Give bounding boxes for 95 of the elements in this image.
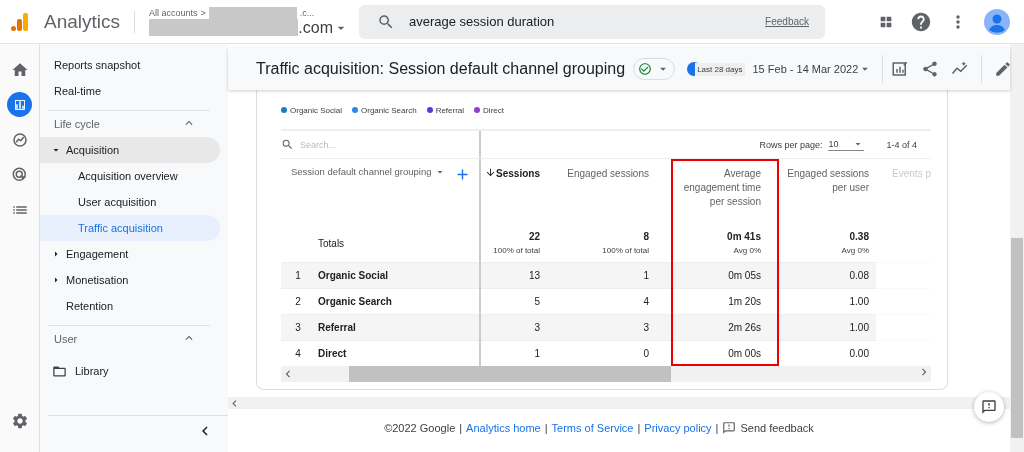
edit-icon[interactable] bbox=[994, 60, 1013, 78]
feedback-icon bbox=[722, 421, 737, 435]
table-cell-text: Referral bbox=[317, 322, 356, 333]
footer-link[interactable]: Privacy policy bbox=[644, 422, 712, 434]
vertical-scrollbar[interactable] bbox=[1010, 44, 1024, 452]
settings-icon[interactable] bbox=[10, 412, 29, 430]
table-cell: 0m 00s bbox=[728, 348, 761, 359]
table-cell: 4 bbox=[643, 296, 649, 307]
table-cell: 3 bbox=[534, 322, 540, 333]
nav-item[interactable]: Monetisation bbox=[40, 267, 220, 293]
column-header[interactable]: Engaged sessions bbox=[567, 167, 649, 224]
nav-item[interactable]: Acquisition overview bbox=[40, 163, 220, 189]
footer-link[interactable]: Analytics home bbox=[466, 422, 541, 434]
table-cell: 1.00 bbox=[849, 322, 869, 333]
nav-item[interactable]: Engagement bbox=[40, 241, 220, 267]
pagination-range: 1-4 of 4 bbox=[886, 139, 917, 150]
total-note: 100% of total bbox=[602, 246, 649, 255]
breadcrumb-text: .c... bbox=[299, 7, 315, 18]
nav-item[interactable]: Traffic acquisition bbox=[40, 215, 220, 241]
breadcrumb-link[interactable]: All accounts bbox=[149, 7, 198, 18]
table-cell: 0 bbox=[643, 348, 649, 359]
table-cell: 13 bbox=[528, 270, 540, 281]
total-value: 22 bbox=[528, 231, 540, 242]
row-index: 2 bbox=[294, 296, 302, 307]
footer-separator: | bbox=[459, 422, 463, 434]
horizontal-scrollbar[interactable] bbox=[228, 397, 1010, 409]
nav-item[interactable]: Retention bbox=[40, 293, 220, 319]
help-icon[interactable] bbox=[910, 10, 932, 33]
row-index: 3 bbox=[294, 322, 302, 333]
product-name: Analytics bbox=[44, 10, 136, 33]
total-value: 0.38 bbox=[849, 231, 869, 242]
avatar-icon[interactable] bbox=[984, 8, 1010, 35]
table-cell: 1 bbox=[643, 270, 649, 281]
table-cell: 1m 20s bbox=[728, 296, 761, 307]
total-note: Avg 0% bbox=[733, 246, 761, 255]
date-range-picker[interactable]: 15 Feb - 14 Mar 2022 bbox=[752, 63, 859, 75]
target-icon bbox=[10, 165, 29, 184]
footer-separator: | bbox=[637, 422, 641, 434]
customize-report-icon[interactable] bbox=[891, 60, 910, 78]
page-title: Traffic acquisition: Session default channel grouping bbox=[256, 60, 626, 78]
total-note: 100% of total bbox=[493, 246, 540, 255]
send-feedback-link[interactable]: Send feedback bbox=[740, 422, 814, 434]
property-name[interactable]: .com bbox=[298, 18, 334, 37]
feedback-link[interactable]: Feedback bbox=[765, 16, 810, 27]
library-link[interactable]: Library bbox=[75, 365, 109, 377]
table-cell: 0.00 bbox=[849, 348, 869, 359]
legend-label: Organic Social bbox=[290, 105, 343, 115]
feedback-icon bbox=[981, 399, 997, 415]
total-value: 8 bbox=[643, 231, 649, 242]
rows-per-page-select[interactable]: 10 bbox=[828, 138, 865, 151]
nav-item[interactable]: Acquisition bbox=[40, 137, 220, 163]
search-icon bbox=[281, 138, 294, 151]
selected-nav-button[interactable] bbox=[7, 92, 32, 117]
comparison-label: Last 28 days bbox=[695, 62, 745, 76]
table-cell: 1 bbox=[534, 348, 540, 359]
table-cell-text: Organic Social bbox=[317, 270, 389, 281]
row-index: 4 bbox=[294, 348, 302, 359]
search-field[interactable]: average session duration Feedback bbox=[359, 4, 826, 39]
section-label: User bbox=[54, 333, 78, 345]
section-header[interactable]: User bbox=[48, 325, 210, 352]
sort-down-arrow-icon bbox=[485, 167, 497, 178]
table-cell: 2m 26s bbox=[728, 322, 761, 333]
footer-link[interactable]: Terms of Service bbox=[551, 422, 634, 434]
total-note: Avg 0% bbox=[841, 246, 869, 255]
share-icon[interactable] bbox=[921, 60, 940, 78]
logo-icon bbox=[10, 11, 30, 32]
footer-separator: | bbox=[544, 422, 548, 434]
column-header[interactable]: Average engagement time per session bbox=[675, 167, 761, 224]
legend-label: Direct bbox=[483, 105, 504, 115]
breadcrumb-separator: > bbox=[200, 7, 206, 18]
row-index: 1 bbox=[294, 270, 302, 281]
legend-label: Referral bbox=[435, 105, 465, 115]
totals-label: Totals bbox=[318, 237, 345, 249]
table-cell-text: Organic Search bbox=[317, 296, 392, 307]
copyright-text: ©2022 Google bbox=[384, 422, 456, 434]
nav-item[interactable]: Real-time bbox=[40, 78, 220, 104]
table-cell: 0.08 bbox=[849, 270, 869, 281]
legend-label: Organic Search bbox=[361, 105, 417, 115]
dimension-dropdown[interactable]: Session default channel grouping bbox=[291, 166, 432, 177]
table-cell: 3 bbox=[643, 322, 649, 333]
total-value: 0m 41s bbox=[727, 231, 761, 242]
table-cell-text: Direct bbox=[317, 348, 347, 359]
column-header[interactable]: Sessions bbox=[496, 167, 540, 224]
section-label: Life cycle bbox=[54, 118, 100, 130]
column-header[interactable]: Engaged sessions per user bbox=[781, 167, 869, 224]
table-cell: 5 bbox=[534, 296, 540, 307]
feedback-button[interactable] bbox=[974, 392, 1004, 422]
rows-per-page-label: Rows per page: bbox=[759, 139, 823, 150]
trend-icon bbox=[10, 130, 29, 149]
horizontal-scrollbar[interactable] bbox=[281, 366, 931, 382]
nav-item[interactable]: User acquisition bbox=[40, 189, 220, 215]
table-cell: 1.00 bbox=[849, 296, 869, 307]
table-cell: 0m 05s bbox=[728, 270, 761, 281]
nav-item[interactable]: Reports snapshot bbox=[40, 52, 220, 78]
footer-separator: | bbox=[715, 422, 719, 434]
